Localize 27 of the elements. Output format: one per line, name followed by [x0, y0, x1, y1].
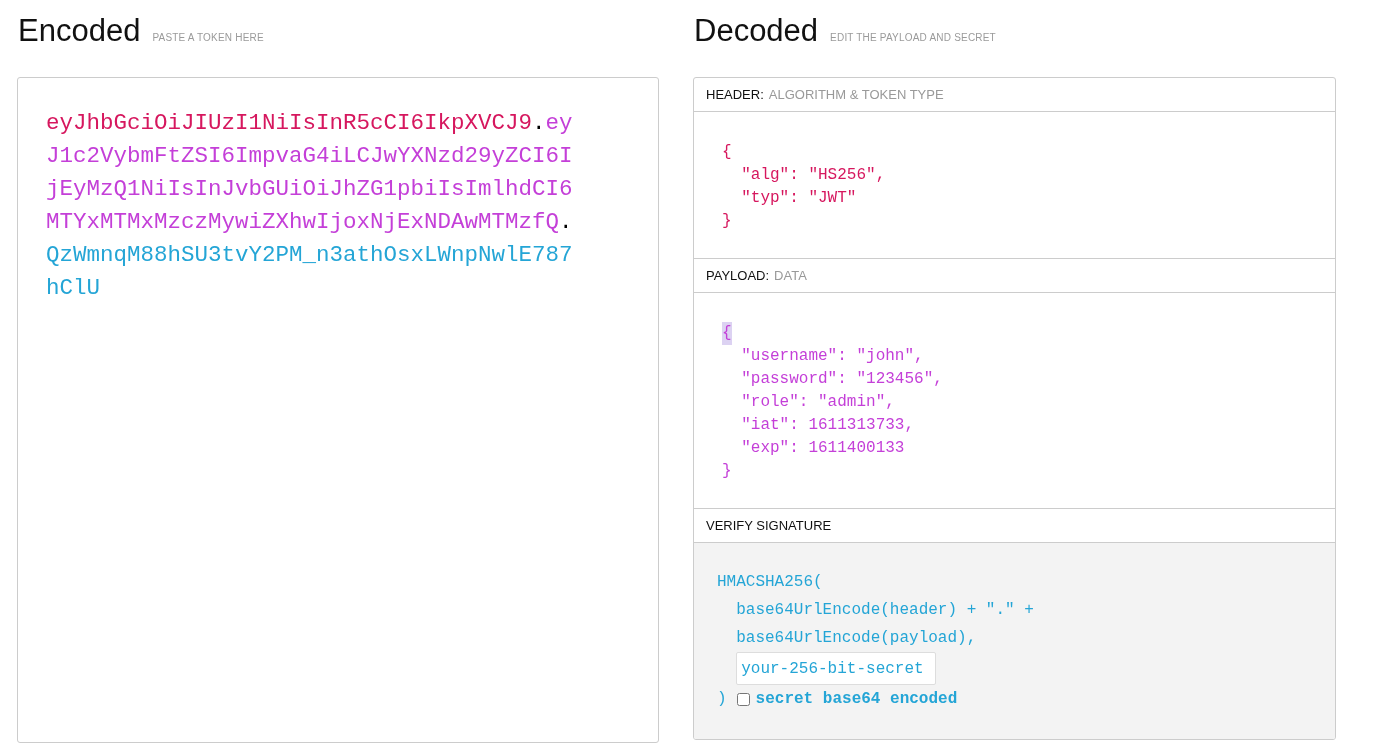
code-line: {	[722, 142, 732, 163]
section-subtitle: EDIT THE PAYLOAD AND SECRET	[830, 31, 996, 45]
section-label: HEADER:	[706, 85, 764, 104]
section-subtitle: PASTE A TOKEN HERE	[152, 31, 264, 45]
section-sublabel: ALGORITHM & TOKEN TYPE	[768, 85, 944, 104]
base64-checkbox[interactable]	[736, 692, 750, 706]
section-title: Encoded	[17, 12, 141, 49]
code-line: "exp": 1611400133	[741, 438, 905, 459]
code-line: base64UrlEncode(payload),	[736, 628, 977, 649]
code-line: "typ": "JWT"	[741, 188, 857, 209]
code-line: }	[722, 461, 732, 482]
token-text: eyJhbGciOiJIUzI1NiIsInR5cCI6IkpXVCJ9.eyJ1c2VybmFtZSI6ImpvaG4iLCJwYXNzd29yZCI6IjEyMzQ1NiIsInJvbGUiOiJhZG1pbiIsImlhdCI6MTYxMTMxMzczMywiZXhwIjoxNjExNDAwMTMzfQ. QzWmnqM88hSU3tvY2PM_n3athOsxLWnpNwlE787hClU	[46, 109, 574, 303]
section-sublabel: DATA	[774, 266, 807, 285]
code-line: "password": "123456",	[741, 369, 943, 390]
code-line: "alg": "HS256",	[741, 165, 886, 186]
code-line: HMACSHA256(	[717, 572, 823, 593]
code-line: base64UrlEncode(header) + "." +	[736, 600, 1034, 621]
code-line: )	[717, 689, 727, 710]
code-line: }	[722, 211, 732, 232]
code-line: "username": "john",	[741, 346, 924, 367]
section-label: VERIFY SIGNATURE	[706, 516, 832, 535]
section-label: PAYLOAD:	[706, 266, 770, 285]
section-title: Decoded	[693, 12, 819, 49]
checkbox-label: secret base64 encoded	[755, 689, 958, 710]
token-field[interactable]: eyJhbGciOiJIUzI1NiIsInR5cCI6IkpXVCJ9.eyJ1c2VybmFtZSI6ImpvaG4iLCJwYXNzd29yZCI6IjEyMzQ1NiIsInJvbGUiOiJhZG1pbiIsImlhdCI6MTYxMTMxMzczMywiZXhwIjoxNjExNDAwMTMzfQ. QzWmnqM88hSU3tvY2PM_n3athOsxLWnpNwlE787hClU	[17, 77, 659, 743]
code-line: "iat": 1611313733,	[741, 415, 915, 436]
code-line: "role": "admin",	[741, 392, 895, 413]
